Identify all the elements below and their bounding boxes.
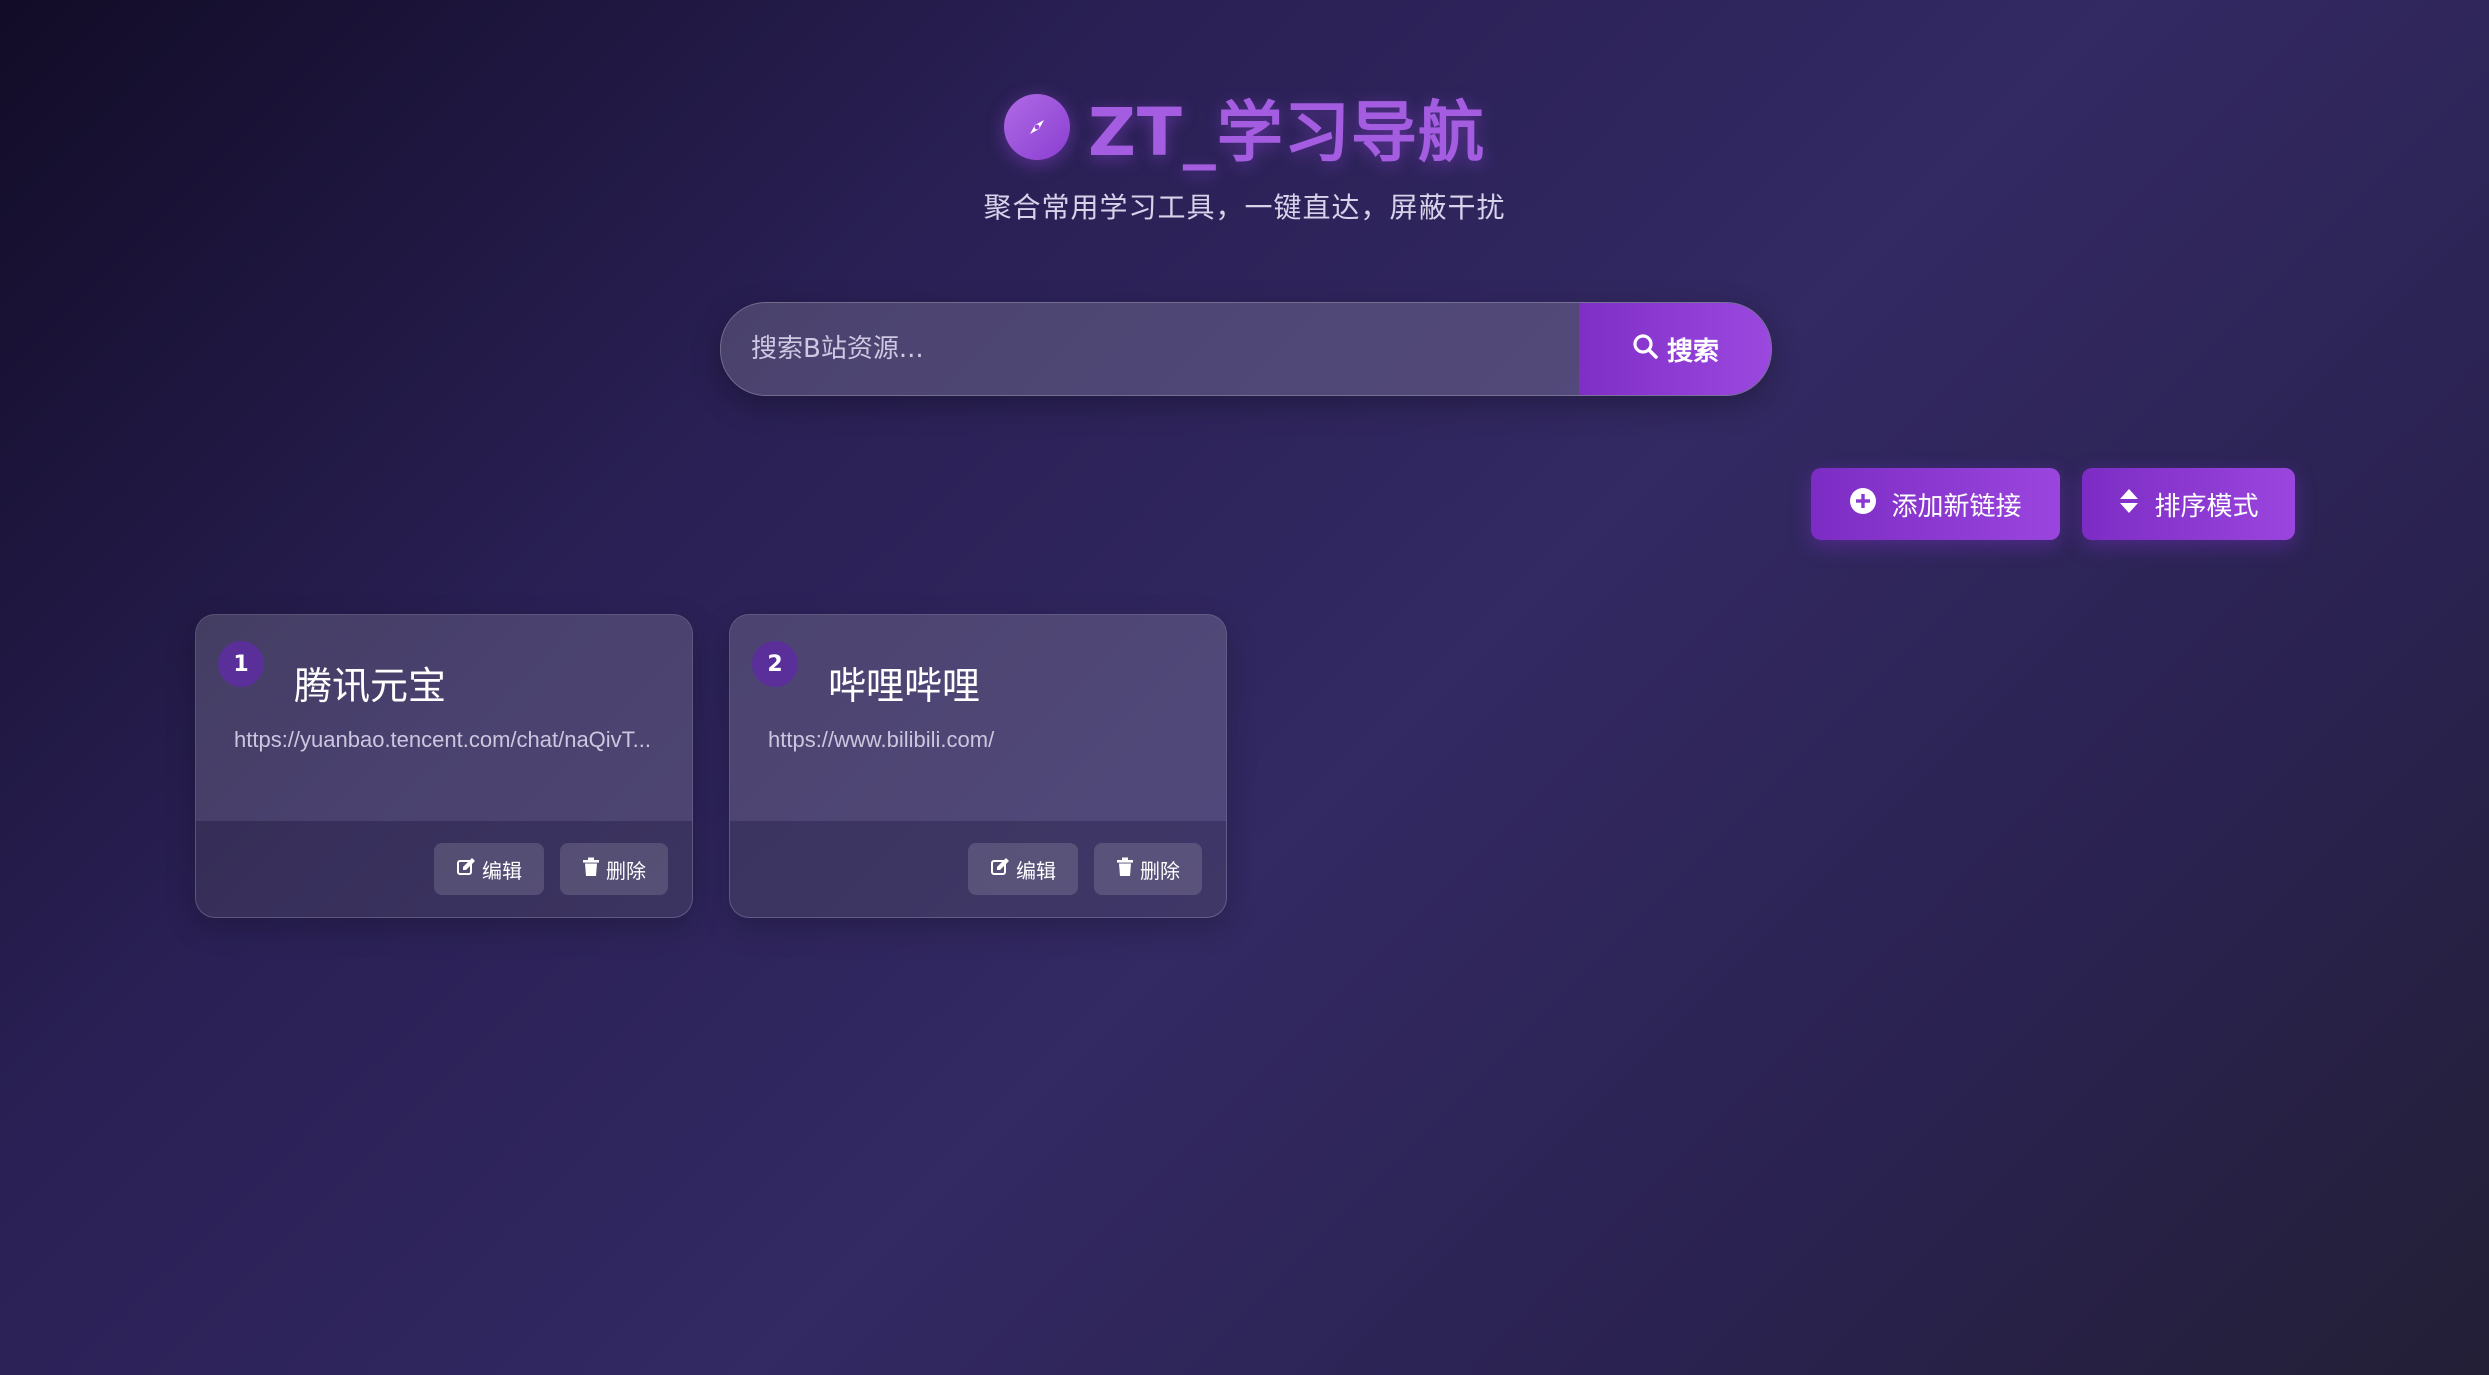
card-index-badge: 1 [218, 641, 264, 687]
page-title: ZT_学习导航 [1088, 94, 1485, 171]
card-title[interactable]: 腾讯元宝 [294, 655, 446, 710]
title-row: ZT_学习导航 [1004, 84, 1485, 171]
header: ZT_学习导航 聚合常用学习工具，一键直达，屏蔽干扰 [0, 84, 2489, 226]
link-card[interactable]: 2 哔哩哔哩 https://www.bilibili.com/ 编辑 删除 [729, 614, 1227, 918]
trash-icon [1116, 857, 1134, 882]
search-input[interactable] [721, 303, 1579, 395]
card-index-badge: 2 [752, 641, 798, 687]
card-title[interactable]: 哔哩哔哩 [828, 655, 980, 710]
plus-circle-icon [1849, 487, 1877, 522]
sort-mode-button[interactable]: 排序模式 [2082, 468, 2295, 540]
search-icon [1631, 332, 1659, 367]
edit-icon [456, 857, 476, 882]
edit-button[interactable]: 编辑 [968, 843, 1078, 895]
search-button[interactable]: 搜索 [1579, 303, 1771, 395]
trash-icon [582, 857, 600, 882]
app-root: ZT_学习导航 聚合常用学习工具，一键直达，屏蔽干扰 搜索 添加新链接 [0, 0, 2489, 1375]
compass-icon [1004, 94, 1071, 160]
search-button-label: 搜索 [1666, 336, 1719, 367]
add-link-label: 添加新链接 [1891, 491, 2022, 522]
sort-mode-label: 排序模式 [2154, 491, 2259, 522]
sort-icon [2118, 487, 2140, 522]
edit-button[interactable]: 编辑 [434, 843, 544, 895]
card-url[interactable]: https://www.bilibili.com/ [768, 727, 1188, 753]
page-subtitle: 聚合常用学习工具，一键直达，屏蔽干扰 [983, 191, 1506, 224]
edit-label: 编辑 [1016, 858, 1056, 883]
edit-icon [990, 857, 1010, 882]
delete-button[interactable]: 删除 [560, 843, 668, 895]
edit-label: 编辑 [482, 858, 522, 883]
search-bar: 搜索 [720, 302, 1772, 396]
add-link-button[interactable]: 添加新链接 [1811, 468, 2060, 540]
link-card[interactable]: 1 腾讯元宝 https://yuanbao.tencent.com/chat/… [195, 614, 693, 918]
card-body [730, 615, 1226, 821]
card-body [196, 615, 692, 821]
delete-label: 删除 [1140, 858, 1180, 883]
delete-button[interactable]: 删除 [1094, 843, 1202, 895]
delete-label: 删除 [606, 858, 646, 883]
card-url[interactable]: https://yuanbao.tencent.com/chat/naQivT.… [234, 727, 654, 753]
